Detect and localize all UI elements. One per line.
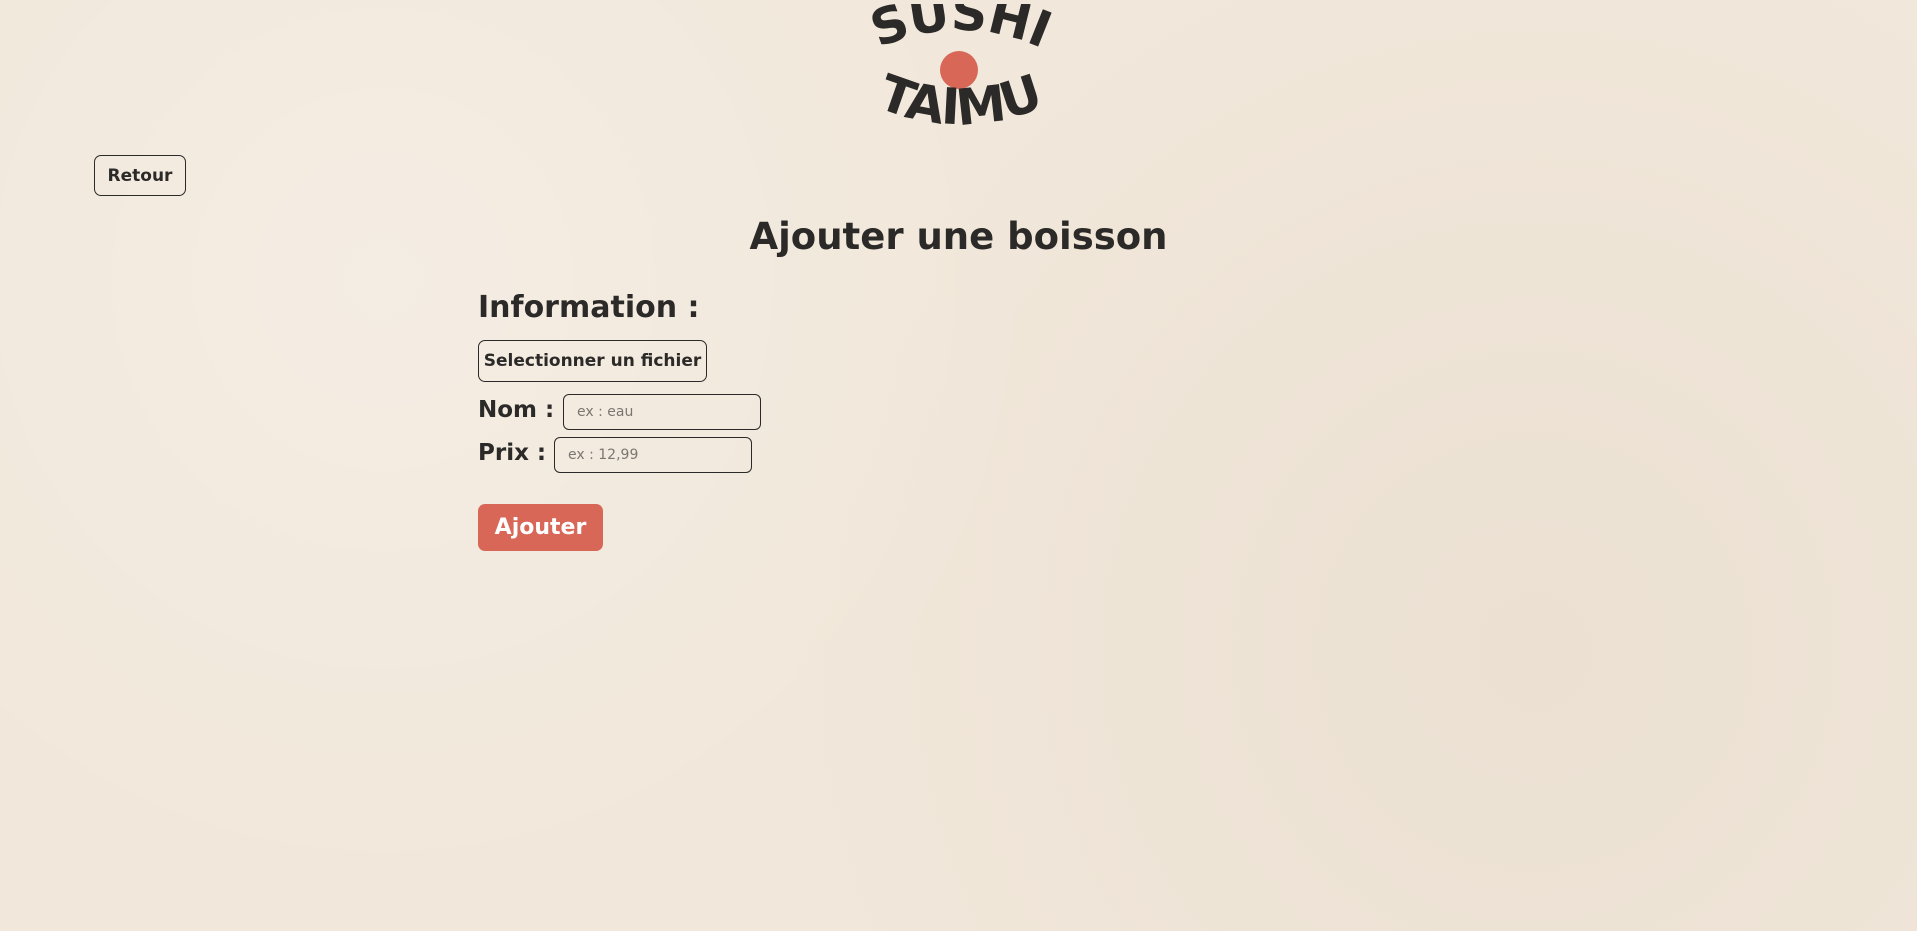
sushi-taimu-logo: SUSHI TAIMU <box>858 4 1062 138</box>
svg-text:SUSHI: SUSHI <box>863 4 1059 59</box>
price-input[interactable] <box>554 437 752 473</box>
name-input[interactable] <box>563 394 761 430</box>
add-button[interactable]: Ajouter <box>478 504 603 551</box>
price-label: Prix : <box>478 440 547 466</box>
name-label: Nom : <box>478 397 555 423</box>
back-button[interactable]: Retour <box>94 155 186 196</box>
information-heading: Information : <box>478 290 700 325</box>
logo-top-text: SUSHI <box>863 4 1060 59</box>
page-title: Ajouter une boisson <box>749 215 1168 258</box>
select-file-button[interactable]: Selectionner un fichier <box>478 340 707 382</box>
